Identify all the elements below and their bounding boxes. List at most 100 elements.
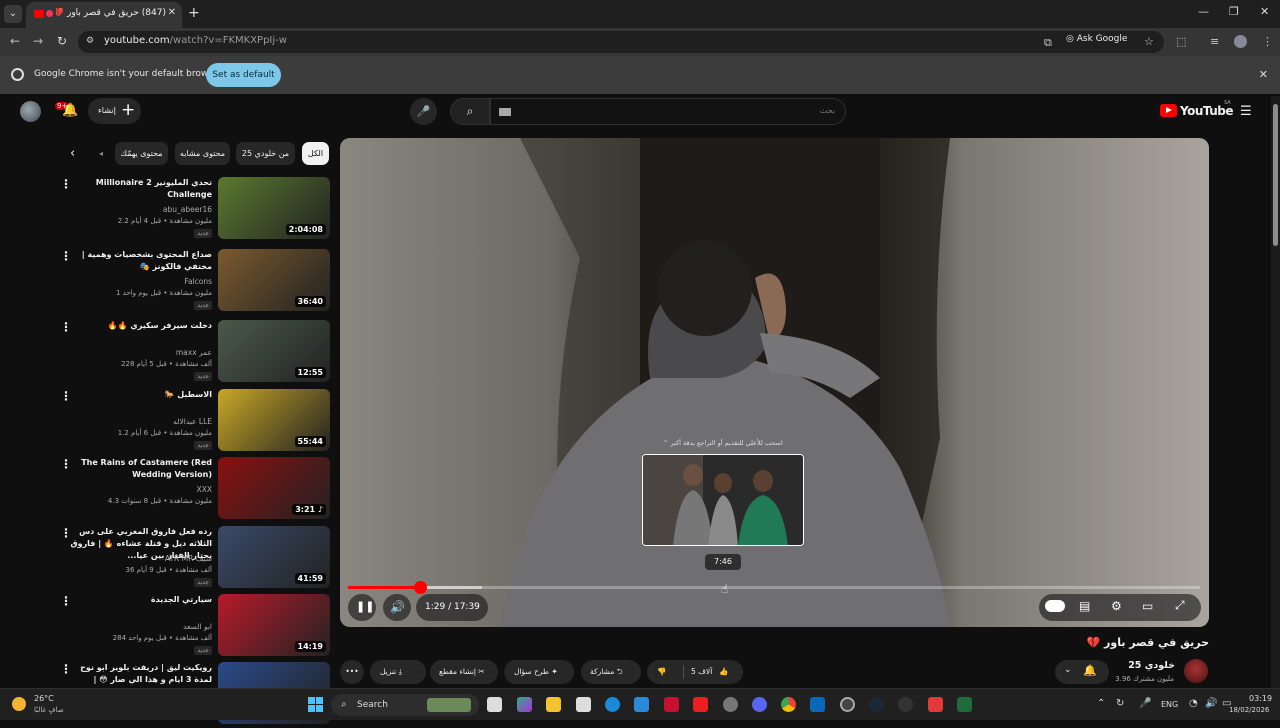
related-title[interactable]: دخلت سيرفر سكيري 🔥🔥 bbox=[62, 320, 212, 332]
related-video-item[interactable]: 36:40 صداع المحتوى بشخصيات وهمية | مختفي … bbox=[50, 249, 330, 315]
scrubber-handle[interactable] bbox=[414, 581, 427, 594]
related-video-item[interactable]: 2:04:08 تحدي المليونير 2 Millionaire Chal… bbox=[50, 177, 330, 243]
tray-chevron-icon[interactable]: ⌃ bbox=[1097, 698, 1105, 709]
volume-button[interactable]: 🔊 bbox=[383, 594, 411, 621]
like-icon[interactable]: 👍 bbox=[719, 660, 728, 684]
back-arrow-icon[interactable]: ← bbox=[10, 34, 20, 48]
related-video-item[interactable]: 3:21 ♪ The Rains of Castamere (Red Weddin… bbox=[50, 457, 330, 523]
video-thumbnail[interactable]: 55:44 bbox=[218, 389, 330, 451]
related-channel[interactable]: XXX bbox=[197, 485, 212, 494]
steam-icon[interactable] bbox=[869, 697, 884, 712]
store-icon[interactable] bbox=[576, 697, 591, 712]
search-input[interactable]: بحث bbox=[490, 98, 846, 125]
app-icon-red[interactable] bbox=[693, 697, 708, 712]
chevron-left-icon[interactable]: ‹ bbox=[70, 146, 75, 161]
more-options-icon[interactable]: ⋮ bbox=[60, 457, 72, 471]
chip-all[interactable]: الكل bbox=[302, 142, 329, 165]
media-control-icon[interactable]: ≡ bbox=[1210, 35, 1219, 48]
notifications-bell-icon[interactable]: 🔔 bbox=[62, 103, 78, 118]
channel-avatar[interactable] bbox=[1184, 659, 1208, 683]
ask-button[interactable]: طرح سؤال ✦ bbox=[504, 660, 574, 684]
theater-mode-icon[interactable]: ▭ bbox=[1142, 599, 1153, 613]
video-thumbnail[interactable]: 36:40 bbox=[218, 249, 330, 311]
ask-google-button[interactable]: ◎ Ask Google bbox=[1066, 34, 1127, 44]
clock-time[interactable]: 03:19 bbox=[1249, 694, 1272, 703]
youtube-wordmark[interactable]: YouTube bbox=[1180, 104, 1234, 118]
app-icon-a[interactable] bbox=[664, 697, 679, 712]
video-thumbnail[interactable]: 41:59 bbox=[218, 526, 330, 588]
related-video-item[interactable]: 55:44 الاسطبل 🐎 عبدالاله LLE 1.2 مليون مشاه… bbox=[50, 389, 330, 455]
chip-for-you[interactable]: محتوى يهمّك bbox=[115, 142, 168, 165]
settings-gear-icon[interactable]: ⚙ bbox=[1111, 599, 1122, 613]
start-windows-icon[interactable] bbox=[308, 697, 323, 712]
tray-refresh-icon[interactable]: ↻ bbox=[1116, 698, 1124, 709]
keyboard-icon[interactable] bbox=[499, 108, 511, 116]
clock-date[interactable]: 18/02/2026 bbox=[1229, 706, 1269, 714]
like-count[interactable]: 5 آلاف bbox=[691, 660, 712, 684]
more-options-icon[interactable]: ⋮ bbox=[60, 389, 72, 403]
video-thumbnail[interactable]: 2:04:08 bbox=[218, 177, 330, 239]
related-title[interactable]: الاسطبل 🐎 bbox=[62, 389, 212, 401]
file-explorer-icon[interactable] bbox=[546, 697, 561, 712]
chip-from-channel[interactable]: من خلودي 25 bbox=[236, 142, 295, 165]
app-icon-blue[interactable] bbox=[634, 697, 649, 712]
user-avatar[interactable] bbox=[20, 101, 41, 122]
video-thumbnail[interactable]: 12:55 bbox=[218, 320, 330, 382]
wifi-icon[interactable]: ◔ bbox=[1189, 698, 1198, 709]
related-title[interactable]: سيارتي الجديدة bbox=[62, 594, 212, 606]
language-indicator[interactable]: ENG bbox=[1161, 700, 1178, 709]
bookmark-star-icon[interactable]: ☆ bbox=[1144, 35, 1154, 48]
related-video-item[interactable]: 41:59 رده فعل فاروق المغربي على دس الثلاث… bbox=[50, 526, 330, 592]
terminal-icon[interactable] bbox=[957, 697, 972, 712]
tray-mic-icon[interactable]: 🎤 bbox=[1139, 698, 1151, 709]
chip-similar[interactable]: محتوى مشابه bbox=[175, 142, 230, 165]
related-channel[interactable]: عبدالاله LLE bbox=[173, 417, 212, 426]
edge-icon[interactable] bbox=[605, 697, 620, 712]
create-button[interactable]: إنشاء + bbox=[88, 98, 141, 124]
app-icon-dark[interactable] bbox=[840, 697, 855, 712]
more-options-icon[interactable]: ⋮ bbox=[60, 662, 72, 676]
more-options-icon[interactable]: ⋮ bbox=[60, 249, 72, 263]
weather-sun-icon[interactable] bbox=[12, 697, 26, 711]
set-default-button[interactable]: Set as default bbox=[206, 63, 281, 87]
scrollbar-thumb[interactable] bbox=[1273, 104, 1278, 246]
share-button[interactable]: مشاركة ⮌ bbox=[581, 660, 641, 684]
related-title[interactable]: The Rains of Castamere (Red Wedding Vers… bbox=[62, 457, 212, 481]
youtube-logo-icon[interactable] bbox=[1160, 104, 1177, 117]
app-icon-warning[interactable] bbox=[928, 697, 943, 712]
related-title[interactable]: صداع المحتوى بشخصيات وهمية | مختفي فالكو… bbox=[62, 249, 212, 273]
voice-search-icon[interactable]: 🎤 bbox=[410, 98, 437, 125]
subscription-bell-button[interactable]: ⌄ 🔔 bbox=[1055, 660, 1109, 684]
download-button[interactable]: تنزيل ⤓ bbox=[370, 660, 426, 684]
clip-button[interactable]: إنشاء مقطع ✂ bbox=[430, 660, 498, 684]
extensions-icon[interactable]: ⬚ bbox=[1176, 35, 1186, 48]
task-view-icon[interactable] bbox=[487, 697, 502, 712]
discord-icon[interactable] bbox=[752, 697, 767, 712]
related-channel[interactable]: abu_abeer16 bbox=[163, 205, 212, 214]
site-info-icon[interactable]: ⚙ bbox=[86, 36, 94, 46]
new-tab-button[interactable]: + bbox=[188, 5, 200, 21]
related-channel[interactable]: Falcons bbox=[184, 277, 212, 286]
volume-tray-icon[interactable]: 🔊 bbox=[1205, 698, 1217, 709]
video-player[interactable] bbox=[340, 138, 1209, 627]
video-thumbnail[interactable]: 3:21 ♪ bbox=[218, 457, 330, 519]
chrome-menu-icon[interactable]: ⋮ bbox=[1262, 35, 1273, 48]
autoplay-toggle-icon[interactable] bbox=[1045, 600, 1065, 612]
video-thumbnail[interactable]: 14:19 bbox=[218, 594, 330, 656]
tab-close-icon[interactable]: ✕ bbox=[168, 7, 176, 18]
subtitles-icon[interactable]: ▤ bbox=[1079, 599, 1090, 613]
dislike-icon[interactable]: 👎 bbox=[657, 660, 666, 684]
more-options-icon[interactable]: ⋮ bbox=[60, 177, 72, 191]
address-bar[interactable]: ⚙ youtube.com/watch?v=FKMKXPpIj-w ⧉ ◎ As… bbox=[78, 31, 1164, 53]
reload-icon[interactable]: ↻ bbox=[57, 34, 67, 48]
copilot-icon[interactable] bbox=[517, 697, 532, 712]
restore-icon[interactable]: ❐ bbox=[1229, 5, 1239, 18]
more-options-icon[interactable]: ⋮ bbox=[60, 526, 72, 540]
browser-tab[interactable]: (847) حريق في قصر باور 💔 ✕ bbox=[26, 2, 182, 28]
app-icon-vm[interactable] bbox=[810, 697, 825, 712]
guide-menu-icon[interactable]: ☰ bbox=[1240, 104, 1252, 119]
chrome-taskbar-icon[interactable] bbox=[781, 697, 796, 712]
more-options-icon[interactable]: ⋮ bbox=[60, 320, 72, 334]
more-options-icon[interactable]: ⋮ bbox=[60, 594, 72, 608]
taskbar-search[interactable]: ⌕ Search bbox=[331, 694, 479, 716]
